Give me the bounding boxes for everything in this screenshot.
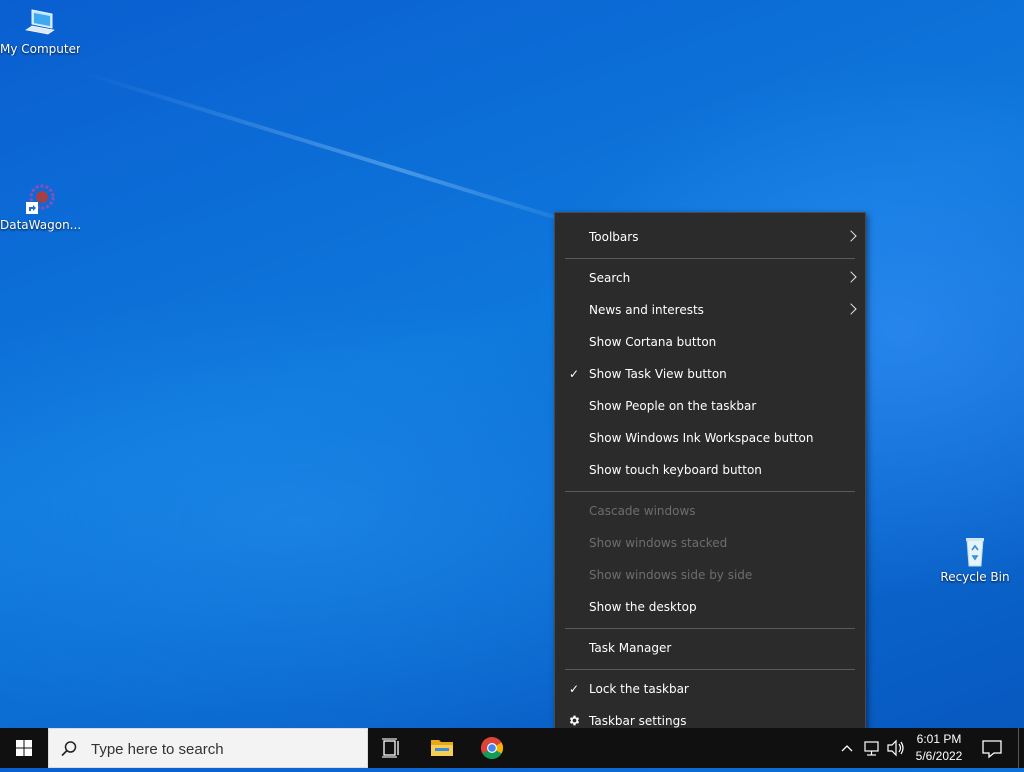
- menu-separator: [565, 669, 855, 670]
- volume-button[interactable]: [884, 728, 908, 768]
- menu-item-news-and-interests[interactable]: News and interests: [555, 294, 865, 326]
- desktop-icon-datawagon[interactable]: DataWagon...: [0, 182, 80, 232]
- taskbar: 6:01 PM 5/6/2022: [0, 728, 1024, 769]
- menu-item-show-the-desktop[interactable]: Show the desktop: [555, 591, 865, 623]
- wallpaper-light-beam: [79, 70, 617, 238]
- network-button[interactable]: [860, 728, 884, 768]
- chrome-button[interactable]: [468, 728, 516, 768]
- menu-item-show-cortana-button[interactable]: Show Cortana button: [555, 326, 865, 358]
- taskbar-context-menu: Toolbars Search News and interests Show …: [554, 212, 866, 744]
- clock-time: 6:01 PM: [916, 732, 962, 746]
- desktop-icon-label: Recycle Bin: [940, 570, 1010, 584]
- menu-item-label: Task Manager: [589, 641, 672, 655]
- search-icon: [61, 741, 77, 757]
- menu-item-label: Show the desktop: [589, 600, 697, 614]
- menu-item-label: Taskbar settings: [589, 714, 687, 728]
- menu-item-toolbars[interactable]: Toolbars: [555, 221, 865, 253]
- menu-item-label: News and interests: [589, 303, 704, 317]
- windows-logo-icon: [16, 740, 32, 756]
- task-view-button[interactable]: [368, 728, 416, 768]
- menu-separator: [565, 491, 855, 492]
- menu-item-task-manager[interactable]: Task Manager: [555, 632, 865, 664]
- show-hidden-icons-button[interactable]: [836, 728, 858, 768]
- recycle-bin-icon: [957, 534, 993, 568]
- menu-item-label: Show People on the taskbar: [589, 399, 757, 413]
- menu-item-show-ink-workspace[interactable]: Show Windows Ink Workspace button: [555, 422, 865, 454]
- menu-item-label: Cascade windows: [589, 504, 696, 518]
- show-desktop-button[interactable]: [1018, 728, 1024, 768]
- checkmark-icon: ✓: [568, 367, 580, 381]
- menu-item-label: Toolbars: [589, 230, 639, 244]
- menu-item-search[interactable]: Search: [555, 262, 865, 294]
- chevron-up-icon: [841, 745, 853, 752]
- taskbar-search-box[interactable]: [48, 728, 368, 769]
- menu-item-show-task-view-button[interactable]: ✓ Show Task View button: [555, 358, 865, 390]
- network-icon: [864, 741, 879, 756]
- desktop-icon-label: My Computer: [0, 42, 80, 56]
- datawagon-shortcut-icon: [22, 182, 58, 216]
- menu-item-label: Show Task View button: [589, 367, 727, 381]
- menu-item-show-touch-keyboard[interactable]: Show touch keyboard button: [555, 454, 865, 486]
- menu-separator: [565, 258, 855, 259]
- menu-item-cascade-windows: Cascade windows: [555, 495, 865, 527]
- checkmark-icon: ✓: [568, 682, 580, 696]
- system-clock[interactable]: 6:01 PM 5/6/2022: [908, 728, 970, 768]
- file-explorer-button[interactable]: [418, 728, 466, 768]
- menu-item-label: Show windows stacked: [589, 536, 728, 550]
- menu-separator: [565, 628, 855, 629]
- search-input[interactable]: [89, 729, 363, 769]
- desktop-icon-label: DataWagon...: [0, 218, 80, 232]
- menu-item-label: Show windows side by side: [589, 568, 753, 582]
- chevron-right-icon: [845, 303, 857, 315]
- menu-item-label: Show touch keyboard button: [589, 463, 762, 477]
- computer-icon: [22, 6, 58, 40]
- menu-item-show-windows-stacked: Show windows stacked: [555, 527, 865, 559]
- menu-item-label: Lock the taskbar: [589, 682, 689, 696]
- notification-icon: [982, 740, 1002, 759]
- task-view-icon: [382, 738, 399, 758]
- menu-item-show-windows-side-by-side: Show windows side by side: [555, 559, 865, 591]
- start-button[interactable]: [0, 728, 48, 768]
- menu-item-show-people[interactable]: Show People on the taskbar: [555, 390, 865, 422]
- folder-icon: [431, 740, 453, 756]
- desktop-icon-my-computer[interactable]: My Computer: [0, 6, 80, 56]
- clock-date: 5/6/2022: [915, 749, 963, 763]
- chevron-right-icon: [845, 230, 857, 242]
- chrome-icon: [481, 737, 503, 759]
- chevron-right-icon: [845, 271, 857, 283]
- action-center-button[interactable]: [972, 728, 1012, 768]
- menu-item-label: Show Windows Ink Workspace button: [589, 431, 814, 445]
- speaker-icon: [887, 739, 904, 757]
- menu-item-label: Search: [589, 271, 631, 285]
- menu-item-label: Show Cortana button: [589, 335, 717, 349]
- menu-item-lock-the-taskbar[interactable]: ✓ Lock the taskbar: [555, 673, 865, 705]
- desktop-icon-recycle-bin[interactable]: Recycle Bin: [935, 534, 1015, 584]
